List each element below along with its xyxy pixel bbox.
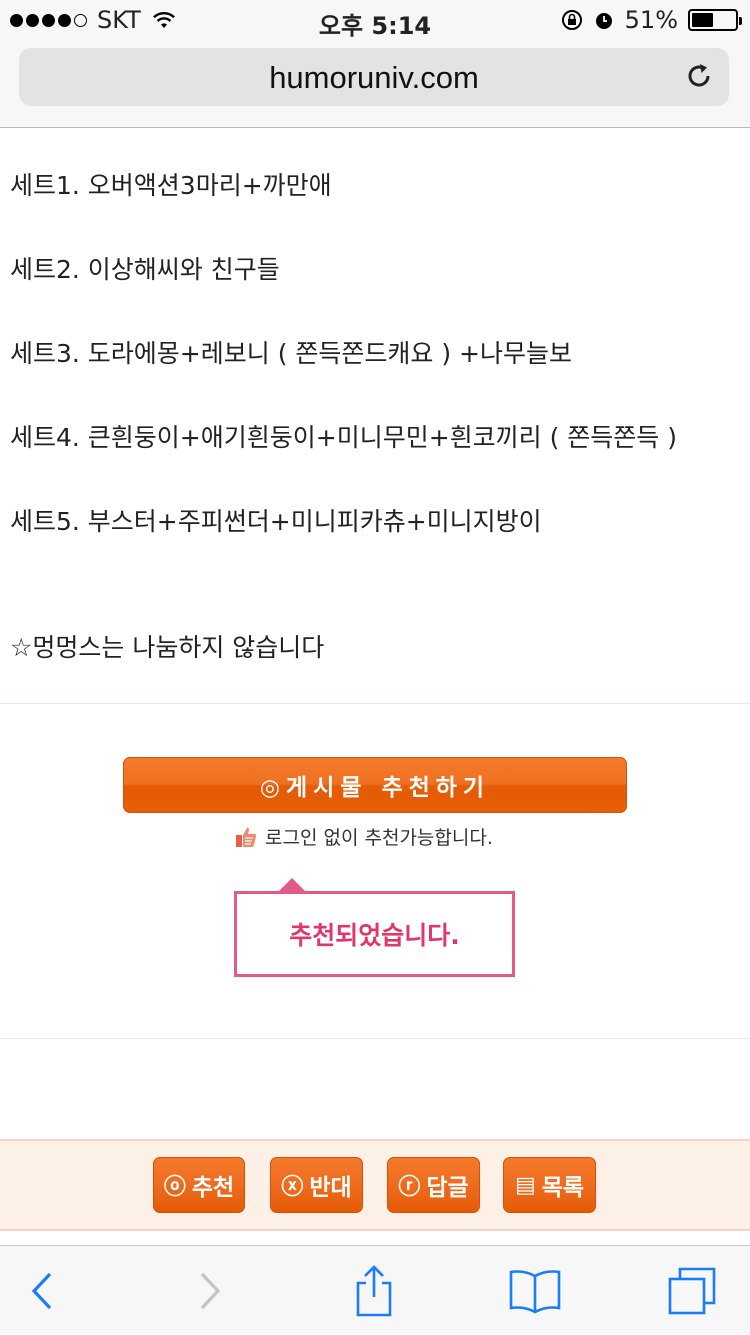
post-content: 세트1. 오버액션3마리+까만애 세트2. 이상해씨와 친구들 세트3. 도라에… <box>0 128 750 704</box>
tooltip-arrow <box>277 878 307 893</box>
status-bar: SKT 오후 5:14 51% <box>0 0 750 40</box>
post-action-bar: ⓞ 추천 ⓧ 반대 ⓡ 답글 ▤ 목록 <box>0 1139 750 1231</box>
bookmarks-button[interactable] <box>503 1246 567 1335</box>
battery-fill <box>692 13 714 27</box>
reply-label: 답글 <box>426 1175 469 1201</box>
browser-toolbar <box>0 1245 750 1334</box>
list-button[interactable]: ▤ 목록 <box>503 1157 596 1213</box>
forward-button[interactable] <box>180 1246 240 1335</box>
reload-icon[interactable] <box>683 60 715 92</box>
url-text[interactable]: humoruniv.com <box>19 60 729 96</box>
recommend-icon: ⓞ <box>163 1175 186 1200</box>
browser-address-area: humoruniv.com <box>0 40 750 128</box>
list-label: 목록 <box>541 1175 585 1201</box>
address-bar[interactable]: humoruniv.com <box>19 48 729 106</box>
recommend-success-tooltip: 추천되었습니다. <box>234 878 515 977</box>
recommend-area: ◎게시물 추천하기 로그인 없이 추천가능합니다. 추천되었습니다. <box>0 705 750 1039</box>
status-indicators: 51% <box>561 6 742 34</box>
reply-icon: ⓡ <box>398 1175 421 1200</box>
battery-percent: 51% <box>624 6 678 34</box>
reply-button[interactable]: ⓡ 답글 <box>387 1157 480 1213</box>
recommend-post-button[interactable]: ◎게시물 추천하기 <box>123 757 627 813</box>
content-line-note: ☆멍멍스는 나눔하지 않습니다 <box>10 633 325 662</box>
recommend-note: 로그인 없이 추천가능합니다. <box>235 823 493 850</box>
bookmarks-icon <box>509 1269 561 1313</box>
battery-icon <box>688 9 742 31</box>
oppose-label: 반대 <box>309 1175 352 1201</box>
alarm-icon <box>595 13 612 29</box>
oppose-button[interactable]: ⓧ 반대 <box>270 1157 363 1213</box>
tabs-button[interactable] <box>660 1246 724 1335</box>
content-line-set3: 세트3. 도라에몽+레보니 ( 쫀득쫀드캐요 ) +나무늘보 <box>10 339 572 368</box>
content-line-set5: 세트5. 부스터+주피썬더+미니피카츄+미니지방이 <box>10 507 542 536</box>
recommend-label: 추천 <box>191 1175 235 1201</box>
back-icon <box>31 1272 52 1309</box>
list-icon: ▤ <box>514 1172 536 1198</box>
thumbs-up-icon <box>236 827 257 847</box>
back-button[interactable] <box>12 1246 72 1335</box>
share-icon <box>356 1264 392 1316</box>
recommend-note-text: 로그인 없이 추천가능합니다. <box>265 827 493 849</box>
tooltip-text: 추천되었습니다. <box>289 921 460 950</box>
oppose-icon: ⓧ <box>281 1175 304 1200</box>
content-line-set4: 세트4. 큰흰둥이+애기흰둥이+미니무민+흰코끼리 ( 쫀득쫀득 ) <box>10 423 677 452</box>
share-button[interactable] <box>344 1246 404 1335</box>
tabs-icon <box>668 1267 716 1314</box>
recommend-button[interactable]: ⓞ 추천 <box>153 1157 245 1213</box>
content-line-set1: 세트1. 오버액션3마리+까만애 <box>10 171 332 200</box>
forward-icon <box>200 1272 221 1309</box>
content-line-set2: 세트2. 이상해씨와 친구들 <box>10 255 280 284</box>
orientation-lock-icon <box>561 10 582 30</box>
